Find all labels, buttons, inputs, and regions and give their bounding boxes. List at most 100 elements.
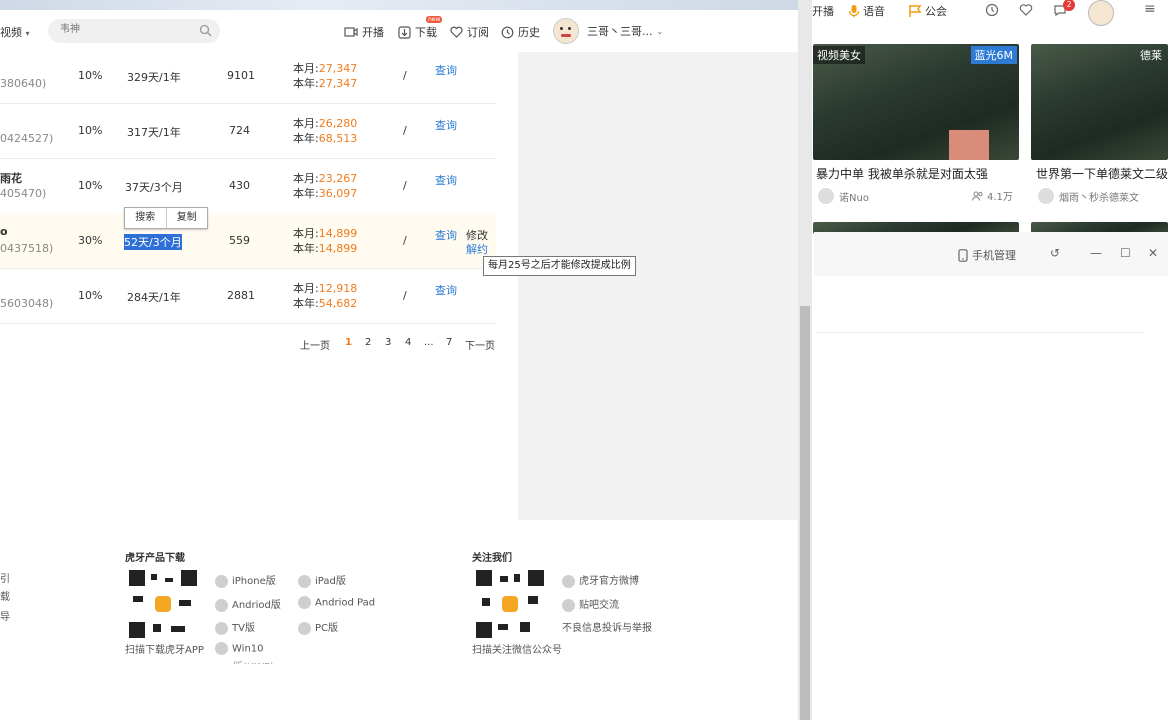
right-kaibo[interactable]: 开播	[812, 3, 834, 19]
app-link[interactable]: iPhone版	[215, 572, 276, 588]
page-7[interactable]: 7	[446, 337, 452, 348]
query-link[interactable]: 查询	[435, 62, 457, 78]
menu-icon[interactable]: ≡	[1144, 1, 1156, 17]
row-id: 405470)	[0, 187, 47, 200]
nav-download[interactable]: 下载 new	[398, 16, 443, 40]
close-icon[interactable]: ✕	[1148, 246, 1158, 260]
right-topbar: 开播 语音 公会 2 ≡	[812, 0, 1168, 28]
page-4[interactable]: 4	[405, 337, 411, 348]
user-menu[interactable]: 三哥丶三哥... ⌄	[553, 18, 663, 44]
quality-badge: 蓝光6M	[970, 46, 1017, 64]
nav-subscribe-label: 订阅	[467, 26, 489, 39]
table-row: 0424527) 10% 317天/1年 724 本月:26,280 本年:68…	[0, 103, 496, 159]
voice-label: 语音	[863, 5, 885, 18]
row-separator: /	[403, 289, 407, 302]
context-menu-copy[interactable]: 复制	[165, 208, 208, 228]
avatar[interactable]	[1088, 0, 1114, 26]
scrollbar-thumb[interactable]	[800, 306, 810, 720]
row-separator: /	[403, 69, 407, 82]
row-time-selected[interactable]: 52天/3个月	[124, 234, 182, 250]
nav-category[interactable]: 视频 ▾	[0, 24, 30, 40]
next-page-button[interactable]: 下一页	[465, 337, 495, 352]
row-ratio: 10%	[78, 124, 103, 137]
windows-icon	[215, 642, 228, 655]
month-value: 26,280	[318, 117, 358, 130]
app-link[interactable]: PC版	[298, 619, 338, 635]
query-link[interactable]: 查询	[435, 227, 457, 243]
search-icon[interactable]	[199, 24, 212, 37]
nav-history[interactable]: 历史	[501, 24, 540, 40]
row-time: 37天/3个月	[125, 181, 183, 194]
app-link[interactable]: Win10	[215, 642, 264, 655]
prev-page-button[interactable]: 上一页	[300, 337, 330, 352]
empty-side-panel	[518, 52, 798, 520]
app-link-label: PC版	[315, 623, 339, 634]
guild-button[interactable]: 公会	[908, 3, 947, 19]
app-link-label: TV版	[232, 623, 255, 634]
query-link[interactable]: 查询	[435, 282, 457, 298]
android-pad-icon	[298, 596, 311, 609]
page-2[interactable]: 2	[365, 337, 371, 348]
stream-card[interactable]: 视频美女 蓝光6M	[813, 44, 1019, 160]
weibo-icon	[562, 574, 575, 588]
minimize-icon[interactable]: —	[1090, 246, 1102, 260]
app-link[interactable]: Andriod版	[215, 596, 281, 612]
history-icon[interactable]	[985, 3, 999, 17]
footer-link[interactable]: 载	[0, 588, 10, 603]
voice-button[interactable]: 语音	[848, 3, 885, 19]
message-badge: 2	[1063, 0, 1075, 11]
app-link[interactable]: iPad版	[298, 572, 346, 588]
footer-link[interactable]: 导	[0, 608, 10, 623]
query-link[interactable]: 查询	[435, 117, 457, 133]
app-link-cut: 版(UWP)	[233, 658, 274, 664]
stream-author: 诺Nuo	[818, 188, 869, 204]
footer: 引 载 导 虎牙产品下载 扫描下载虎牙APP iPhone版 iPad版 And…	[0, 520, 798, 720]
search-input[interactable]	[58, 23, 192, 36]
nav-subscribe[interactable]: 订阅	[450, 24, 489, 40]
people-icon	[972, 191, 983, 201]
nav-kaibo[interactable]: 开播	[344, 24, 384, 40]
app-link[interactable]: TV版	[215, 619, 255, 635]
heart-icon[interactable]	[1019, 3, 1033, 17]
month-value: 12,918	[318, 282, 358, 295]
footer-link[interactable]: 引	[0, 570, 10, 585]
page-1[interactable]: 1	[345, 337, 352, 348]
stream-title[interactable]: 暴力中单 我被单杀就是对面太强	[816, 165, 988, 182]
month-label: 本月:	[293, 117, 319, 130]
download-icon	[398, 25, 411, 39]
row-separator: /	[403, 234, 407, 247]
terminate-link[interactable]: 解约	[466, 241, 488, 257]
phone-manage-button[interactable]: 手机管理	[958, 247, 1016, 263]
query-link[interactable]: 查询	[435, 172, 457, 188]
refresh-icon[interactable]: ↺	[1050, 246, 1060, 260]
page-3[interactable]: 3	[385, 337, 391, 348]
app-link[interactable]: Andriod Pad	[298, 596, 375, 609]
browser-tab-strip	[0, 0, 798, 10]
stream-card[interactable]: 德莱	[1031, 44, 1168, 160]
follow-title: 关注我们	[472, 553, 512, 564]
row-ratio: 10%	[78, 179, 103, 192]
row-ratio: 10%	[78, 289, 103, 302]
context-menu-search[interactable]: 搜索	[125, 208, 166, 228]
maximize-icon[interactable]: ☐	[1120, 246, 1131, 260]
row-id: 0424527)	[0, 132, 54, 145]
app-link-label: Andriod Pad	[315, 597, 376, 609]
context-menu: 搜索 复制	[124, 207, 208, 229]
tieba-link[interactable]: 贴吧交流	[562, 596, 619, 612]
row-time: 317天/1年	[127, 126, 181, 139]
year-value: 27,347	[318, 77, 358, 90]
month-label: 本月:	[293, 172, 319, 185]
tv-icon	[215, 621, 228, 635]
weibo-link[interactable]: 虎牙官方微博	[562, 572, 639, 588]
row-count: 724	[229, 124, 250, 137]
year-label: 本年:	[293, 132, 319, 145]
stream-title[interactable]: 世界第一下单德莱文二级	[1036, 165, 1168, 182]
month-label: 本月:	[293, 282, 319, 295]
row-count: 430	[229, 179, 250, 192]
row-name: o	[0, 225, 8, 238]
search-box[interactable]	[48, 19, 220, 43]
report-link[interactable]: 不良信息投诉与举报	[562, 619, 652, 634]
download-caption: 扫描下载虎牙APP	[125, 645, 204, 656]
year-label: 本年:	[293, 77, 319, 90]
streamer-cam-thumbnail	[949, 130, 989, 160]
